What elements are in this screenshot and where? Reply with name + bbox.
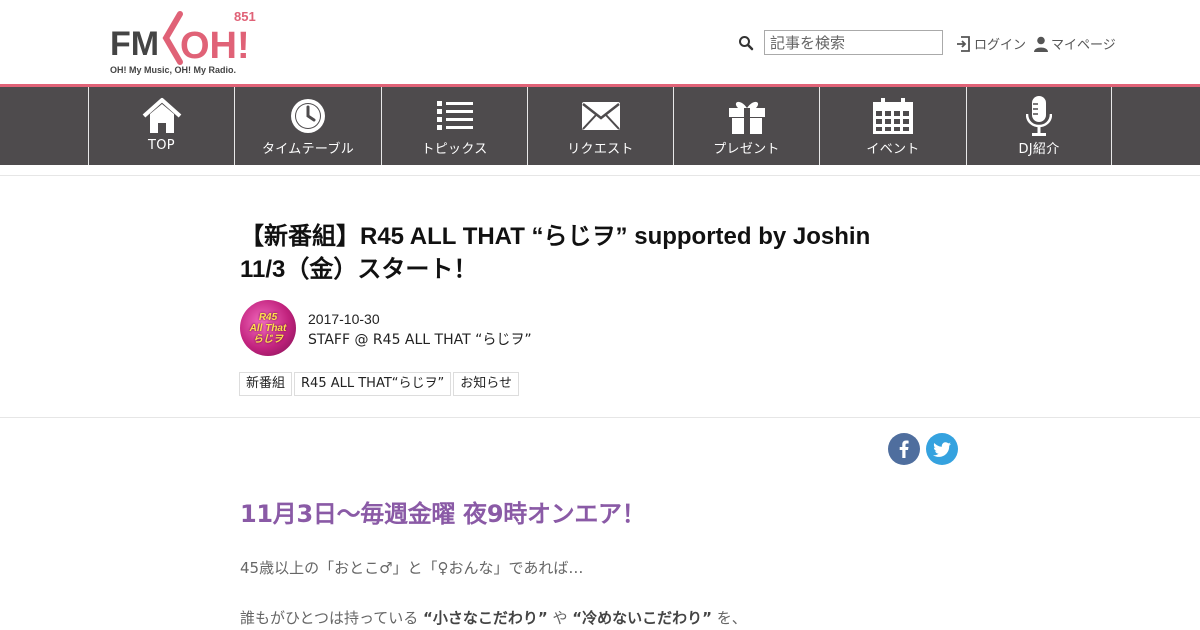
svg-text:851: 851 (234, 9, 256, 24)
nav-item-event[interactable]: イベント (820, 87, 967, 165)
post-date: 2017-10-30 (308, 311, 380, 327)
facebook-icon (899, 440, 909, 458)
login-label: ログイン (974, 38, 1027, 53)
nav-label: リクエスト (567, 142, 634, 157)
nav-item-topics[interactable]: トピックス (382, 87, 528, 165)
article-title-line1: 【新番組】R45 ALL THAT “らじヲ” supported by Jos… (240, 223, 871, 250)
calendar-icon (873, 96, 913, 136)
microphone-icon (1026, 96, 1052, 136)
nav-item-request[interactable]: リクエスト (528, 87, 674, 165)
article-heading: 11月3日～毎週金曜 夜9時オンエア！ (240, 500, 646, 528)
svg-text:OH!: OH! (180, 25, 250, 67)
nav-label: タイムテーブル (261, 142, 355, 157)
svg-text:OH! My Music, OH! My Radio.: OH! My Music, OH! My Radio. (110, 65, 236, 75)
site-header: FM OH! 851 OH! My Music, OH! My Radio. ロ… (0, 0, 1200, 84)
avatar-text-line: らじヲ (253, 333, 283, 345)
login-icon (957, 35, 970, 52)
nav-item-present[interactable]: プレゼント (674, 87, 820, 165)
text-run: 誰もがひとつは持っている (240, 609, 423, 627)
twitter-icon (933, 441, 951, 457)
mypage-link[interactable]: マイページ (1034, 34, 1116, 53)
nav-label: イベント (866, 142, 920, 157)
login-link[interactable]: ログイン (956, 34, 1026, 53)
clock-icon (289, 96, 327, 136)
fm-oh-logo[interactable]: FM OH! 851 OH! My Music, OH! My Radio. (110, 8, 265, 76)
search-icon[interactable] (738, 34, 756, 52)
nav-item-top[interactable]: TOP (88, 87, 235, 165)
nav-label: TOP (148, 138, 175, 153)
nav-item-dj[interactable]: DJ紹介 (967, 87, 1112, 165)
home-icon (141, 96, 183, 136)
search-bar (738, 30, 943, 55)
nav-item-timetable[interactable]: タイムテーブル (235, 87, 382, 165)
envelope-icon (581, 96, 620, 136)
svg-text:FM: FM (110, 25, 159, 63)
article-paragraph: 45歳以上の「おとこ♂」と「♀おんな」であれば… (240, 559, 584, 577)
article-title-line2: 11/3（金）スタート！ (240, 256, 478, 283)
search-input[interactable] (764, 30, 943, 55)
nav-label: トピックス (421, 142, 488, 157)
tag[interactable]: 新番組 (239, 372, 293, 396)
tag-list: 新番組 R45 ALL THAT“らじヲ” お知らせ (239, 372, 521, 396)
article-paragraph: 誰もがひとつは持っている “小さなこだわり” や “冷めないこだわり” を、 (240, 607, 747, 628)
user-icon (1034, 36, 1048, 52)
mypage-label: マイページ (1051, 38, 1116, 53)
post-author[interactable]: STAFF @ R45 ALL THAT “らじヲ” (308, 329, 532, 349)
nav-label: DJ紹介 (1018, 142, 1060, 157)
tag[interactable]: R45 ALL THAT“らじヲ” (294, 372, 452, 396)
emphasis-text: “冷めないこだわり” (572, 609, 712, 627)
author-avatar[interactable]: R45 All That らじヲ (240, 300, 296, 356)
tag[interactable]: お知らせ (453, 372, 519, 396)
twitter-share-button[interactable] (926, 433, 958, 465)
divider (0, 417, 1200, 418)
avatar-text-line: R45 (258, 311, 278, 323)
emphasis-text: “小さなこだわり” (422, 609, 548, 627)
main-nav: TOP タイムテーブル トピックス リクエスト プレゼント イベント DJ紹介 (0, 84, 1200, 165)
facebook-share-button[interactable] (888, 433, 920, 465)
nav-label: プレゼント (713, 142, 780, 157)
avatar-text-line: All That (249, 322, 287, 334)
list-icon (436, 96, 473, 136)
article-title: 【新番組】R45 ALL THAT “らじヲ” supported by Jos… (240, 220, 940, 286)
text-run: を、 (711, 609, 747, 627)
divider (0, 175, 1200, 176)
gift-icon (728, 96, 766, 136)
text-run: や (547, 609, 573, 627)
